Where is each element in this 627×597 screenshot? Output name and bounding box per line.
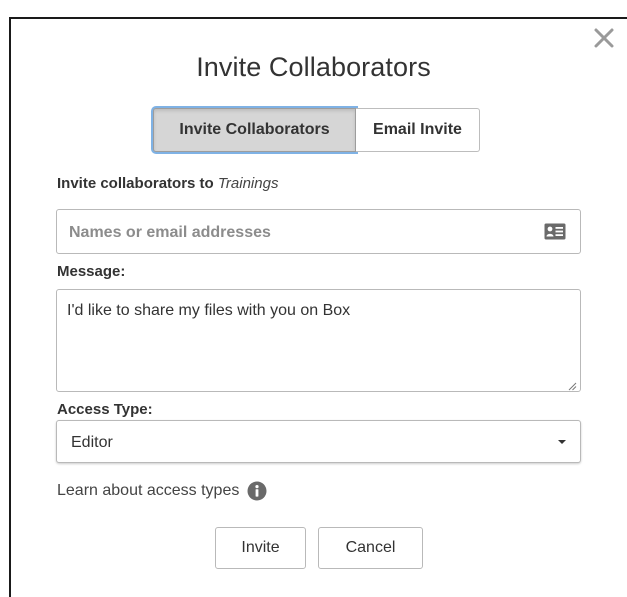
dialog-title: Invite Collaborators — [196, 52, 431, 82]
access-type-label: Access Type: — [57, 401, 153, 418]
access-type-label-text: Access Type: — [57, 401, 153, 418]
message-label-text: Message: — [57, 263, 126, 280]
access-type-select[interactable]: Editor — [56, 420, 581, 463]
invite-to-folder: Trainings — [217, 175, 279, 192]
cancel-button[interactable]: Cancel — [318, 527, 423, 569]
message-label: Message: — [57, 263, 125, 280]
access-type-value: Editor — [71, 434, 113, 451]
screen: Invite Collaborators Invite Collaborator… — [0, 0, 627, 597]
tab-invite-collaborators[interactable]: Invite Collaborators — [153, 108, 356, 152]
learn-access-types-text[interactable]: Learn about access types — [57, 482, 239, 500]
chevron-down-icon — [558, 440, 566, 444]
message-textarea[interactable]: I'd like to share my files with you on B… — [56, 289, 581, 392]
learn-access-types-link[interactable]: Learn about access types — [57, 481, 267, 501]
names-input-placeholder: Names or email addresses — [69, 224, 271, 241]
resize-grip-icon[interactable] — [567, 378, 577, 391]
names-input[interactable]: Names or email addresses — [56, 209, 581, 254]
contact-card-icon[interactable] — [544, 223, 566, 240]
message-text: I'd like to share my files with you on B… — [67, 302, 351, 319]
invite-button[interactable]: Invite — [215, 527, 306, 569]
tab-email-invite[interactable]: Email Invite — [356, 108, 480, 152]
info-icon[interactable] — [247, 481, 267, 501]
invite-to-label: Invite collaborators to Trainings — [57, 175, 278, 192]
close-icon[interactable] — [593, 27, 615, 49]
invite-to-prefix: Invite collaborators to — [57, 175, 214, 192]
